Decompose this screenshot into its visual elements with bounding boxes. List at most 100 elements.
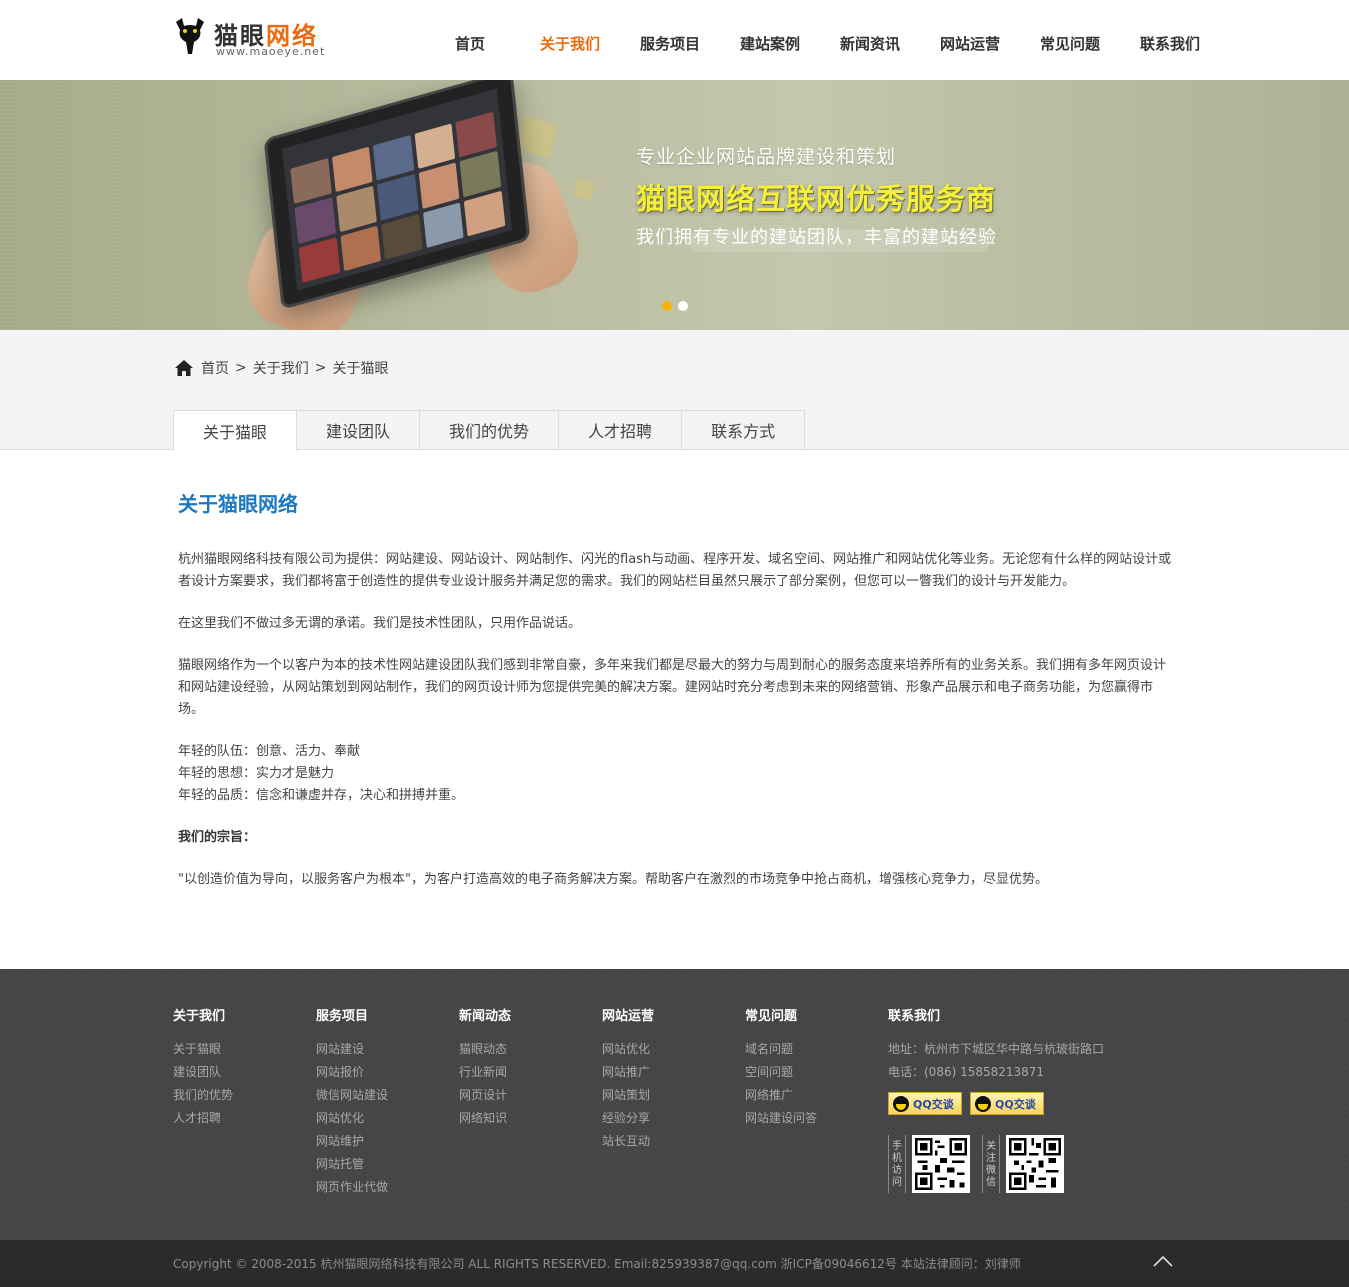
- nav-faq[interactable]: 常见问题: [1020, 33, 1120, 54]
- footer-link[interactable]: 网页设计: [459, 1084, 511, 1107]
- qr-label-char: 微: [986, 1165, 996, 1176]
- footer-link[interactable]: 行业新闻: [459, 1061, 511, 1084]
- footer-link[interactable]: 网站推广: [602, 1061, 654, 1084]
- cat-logo-icon: [176, 18, 204, 54]
- main-content: 关于猫眼网络 杭州猫眼网络科技有限公司为提供：网站建设、网站设计、网站制作、闪光…: [178, 490, 1178, 911]
- tab-team[interactable]: 建设团队: [297, 410, 421, 450]
- nav-home[interactable]: 首页: [420, 33, 520, 54]
- copyright-bar: Copyright © 2008-2015 杭州猫眼网络科技有限公司 ALL R…: [0, 1240, 1349, 1287]
- team-paragraph: 猫眼网络作为一个以客户为本的技术性网站建设团队我们感到非常自豪，多年来我们都是尽…: [178, 658, 1167, 717]
- qr-label-char: 关: [986, 1141, 996, 1152]
- tablet-screen: [282, 88, 512, 291]
- footer-column-title: 服务项目: [316, 1009, 369, 1024]
- qr-label-char: 问: [892, 1177, 902, 1188]
- qr-label-char: 信: [986, 1177, 996, 1188]
- qq-penguin-icon: [975, 1095, 991, 1112]
- hero-banner[interactable]: 专业企业网站品牌建设和策划 猫眼网络互联网优秀服务商 我们拥有专业的建站团队，丰…: [0, 80, 1349, 330]
- logo-url: www.maoeye.net: [216, 45, 326, 58]
- qr-label-char: 访: [892, 1165, 902, 1176]
- footer-link[interactable]: 网站维护: [316, 1130, 388, 1153]
- section-tabs: 关于猫眼 建设团队 我们的优势 人才招聘 联系方式: [173, 410, 806, 451]
- footer-column-title: 网站运营: [602, 1009, 655, 1024]
- tablet-image: [263, 80, 531, 310]
- footer-link[interactable]: 我们的优势: [173, 1084, 233, 1107]
- mobile-qr-label: 手 机 访 问: [888, 1135, 906, 1193]
- qr-label-char: 手: [892, 1141, 902, 1152]
- footer-link[interactable]: 网站优化: [602, 1038, 654, 1061]
- footer-link[interactable]: 建设团队: [173, 1061, 233, 1084]
- footer-link[interactable]: 微信网站建设: [316, 1084, 388, 1107]
- tab-about-maoeye[interactable]: 关于猫眼: [173, 410, 298, 451]
- site-footer: 关于我们 关于猫眼 建设团队 我们的优势 人才招聘 服务项目 网站建设 网站报价…: [0, 969, 1349, 1240]
- qq-chat-label: QQ交谈: [913, 1097, 954, 1111]
- tablet-illustration: [236, 80, 590, 330]
- back-to-top-icon[interactable]: [1153, 1254, 1173, 1268]
- mobile-qr-code-icon: [912, 1135, 970, 1193]
- nav-cases[interactable]: 建站案例: [720, 33, 820, 54]
- footer-link[interactable]: 网络推广: [745, 1084, 817, 1107]
- breadcrumb-home[interactable]: 首页: [201, 358, 229, 378]
- tab-careers[interactable]: 人才招聘: [559, 410, 683, 450]
- intro-paragraph: 杭州猫眼网络科技有限公司为提供：网站建设、网站设计、网站制作、闪光的flash与…: [178, 552, 1172, 589]
- home-icon: [175, 360, 193, 376]
- purpose-heading: 我们的宗旨：: [178, 830, 257, 845]
- nav-operations[interactable]: 网站运营: [920, 33, 1020, 54]
- slider-dot-2[interactable]: [678, 301, 688, 311]
- tab-advantages[interactable]: 我们的优势: [420, 410, 560, 450]
- nav-services[interactable]: 服务项目: [620, 33, 720, 54]
- qq-buttons: QQ交谈 QQ交谈: [888, 1092, 1104, 1115]
- footer-address: 地址：杭州市下城区华中路与杭玻街路口: [888, 1042, 1105, 1056]
- mobile-qr-block: 手 机 访 问: [888, 1135, 970, 1193]
- breadcrumb: 首页 > 关于我们 > 关于猫眼: [174, 358, 388, 378]
- footer-link[interactable]: 网站建设问答: [745, 1107, 817, 1130]
- footer-link[interactable]: 空间问题: [745, 1061, 817, 1084]
- footer-link[interactable]: 网站策划: [602, 1084, 654, 1107]
- footer-link[interactable]: 网站优化: [316, 1107, 388, 1130]
- footer-link[interactable]: 网站报价: [316, 1061, 388, 1084]
- wechat-qr-label: 关 注 微 信: [982, 1135, 1000, 1193]
- qq-chat-label: QQ交谈: [995, 1097, 1036, 1111]
- footer-link[interactable]: 人才招聘: [173, 1107, 233, 1130]
- purpose-paragraph: "以创造价值为导向，以服务客户为根本"，为客户打造高效的电子商务解决方案。帮助客…: [178, 872, 1048, 887]
- footer-contact: 联系我们 地址：杭州市下城区华中路与杭玻街路口 电话：(086) 1585821…: [888, 1005, 1104, 1193]
- slider-dot-1[interactable]: [662, 301, 672, 311]
- slider-dots: [662, 301, 688, 311]
- footer-link[interactable]: 猫眼动态: [459, 1038, 511, 1061]
- young-thinking-line: 年轻的思想：实力才是魅力: [178, 766, 335, 781]
- promise-paragraph: 在这里我们不做过多无谓的承诺。我们是技术性团队，只用作品说话。: [178, 616, 582, 631]
- site-header: 猫眼网络 www.maoeye.net 首页 关于我们 服务项目 建站案例 新闻…: [0, 0, 1349, 80]
- footer-link[interactable]: 关于猫眼: [173, 1038, 233, 1061]
- footer-link[interactable]: 网站建设: [316, 1038, 388, 1061]
- wechat-qr-code-icon: [1006, 1135, 1064, 1193]
- breadcrumb-current: 关于猫眼: [332, 361, 389, 377]
- tab-contact[interactable]: 联系方式: [682, 410, 806, 450]
- page-title: 关于猫眼网络: [178, 492, 298, 516]
- nav-contact[interactable]: 联系我们: [1120, 33, 1220, 54]
- breadcrumb-separator: >: [235, 360, 247, 376]
- footer-link[interactable]: 经验分享: [602, 1107, 654, 1130]
- qq-chat-button-1[interactable]: QQ交谈: [888, 1092, 962, 1115]
- breadcrumb-about[interactable]: 关于我们: [253, 358, 309, 378]
- footer-link[interactable]: 域名问题: [745, 1038, 817, 1061]
- footer-column-title: 常见问题: [745, 1009, 798, 1024]
- qr-label-char: 机: [892, 1153, 902, 1164]
- qq-chat-button-2[interactable]: QQ交谈: [970, 1092, 1044, 1115]
- qr-codes: 手 机 访 问 关 注 微 信: [888, 1135, 1104, 1193]
- banner-headline: 猫眼网络互联网优秀服务商: [636, 182, 997, 216]
- subnav-area: 首页 > 关于我们 > 关于猫眼 关于猫眼 建设团队 我们的优势 人才招聘 联系…: [0, 330, 1349, 451]
- footer-column-services: 服务项目 网站建设 网站报价 微信网站建设 网站优化 网站维护 网站托管 网页作…: [316, 1005, 388, 1199]
- footer-column-title: 新闻动态: [459, 1009, 512, 1024]
- nav-news[interactable]: 新闻资讯: [820, 33, 920, 54]
- footer-column-title: 关于我们: [173, 1009, 226, 1024]
- footer-column-faq: 常见问题 域名问题 空间问题 网络推广 网站建设问答: [745, 1005, 817, 1130]
- copyright-text: Copyright © 2008-2015 杭州猫眼网络科技有限公司 ALL R…: [173, 1257, 1021, 1271]
- footer-link[interactable]: 网络知识: [459, 1107, 511, 1130]
- qr-label-char: 注: [986, 1153, 996, 1164]
- site-logo[interactable]: 猫眼网络 www.maoeye.net: [172, 14, 332, 60]
- footer-link[interactable]: 网页作业代做: [316, 1176, 388, 1199]
- main-nav: 首页 关于我们 服务项目 建站案例 新闻资讯 网站运营 常见问题 联系我们: [420, 33, 1220, 54]
- banner-subtitle: 专业企业网站品牌建设和策划: [636, 146, 897, 168]
- nav-about[interactable]: 关于我们: [520, 33, 620, 54]
- footer-link[interactable]: 站长互动: [602, 1130, 654, 1153]
- footer-link[interactable]: 网站托管: [316, 1153, 388, 1176]
